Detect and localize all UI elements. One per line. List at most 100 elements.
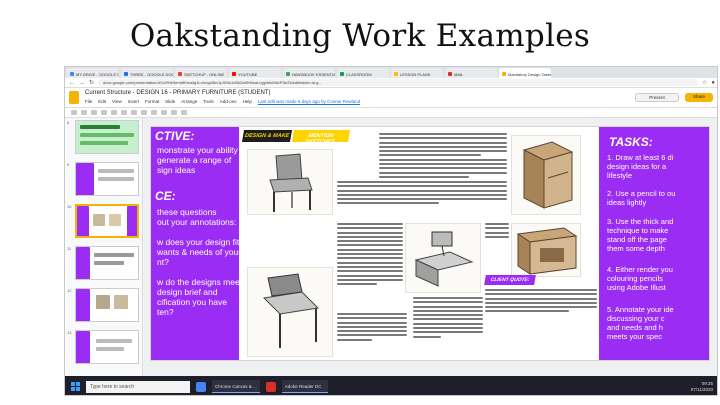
tab-label: LESSON PLANS (400, 71, 431, 77)
tab-label: Mandatory Design Tasks (508, 71, 551, 77)
browser-tab[interactable]: CLASSROOM (337, 68, 389, 78)
zoom-icon[interactable] (121, 110, 127, 115)
clock-date: 07/11/2020 (690, 386, 713, 392)
line-icon[interactable] (171, 110, 177, 115)
filmstrip-item[interactable]: 9 (65, 160, 142, 200)
objective-line: sign ideas (157, 165, 196, 175)
tab-favicon-icon (178, 72, 182, 76)
slide-number: 10 (67, 204, 72, 209)
url-field[interactable]: docs.google.com/presentation/d/1vRHe5emM… (98, 79, 698, 86)
slide-canvas-area: CTIVE: monstrate your ability generate a… (144, 118, 717, 376)
menu-item[interactable]: Insert (128, 99, 139, 104)
browser-tab[interactable]: Mandatory Design Tasks (499, 68, 551, 78)
image-icon[interactable] (151, 110, 157, 115)
browser-tab[interactable]: YOUTUBE (229, 68, 281, 78)
slide-number: 8 (67, 120, 70, 125)
star-icon[interactable]: ☆ (702, 79, 707, 86)
browser-tab[interactable]: HANDBOOK ESSENTIALS (283, 68, 335, 78)
screenshot-frame: MY DRIVE - GOOGLE DRIVE THREE - GOOGLE DO… (64, 66, 718, 396)
windows-taskbar: Type here to search Chrome Canvas & ... … (65, 376, 717, 395)
adobe-reader-icon[interactable] (265, 381, 276, 392)
tasks-panel: TASKS: 1. Draw at least 6 di design idea… (599, 127, 709, 360)
paint-format-icon[interactable] (111, 110, 117, 115)
filmstrip-item[interactable]: 12 (65, 286, 142, 326)
client-quote-text (485, 289, 597, 329)
taskbar-item-chrome[interactable]: Chrome Canvas & ... (212, 380, 260, 393)
text-box-icon[interactable] (141, 110, 147, 115)
tab-label: CLASSROOM (346, 71, 372, 77)
slide-thumbnail[interactable] (75, 162, 139, 196)
annotation-text-block (413, 297, 483, 357)
forward-arrow-icon[interactable]: → (79, 80, 85, 86)
system-clock[interactable]: 09:25 07/11/2020 (691, 381, 713, 393)
last-edit-link[interactable]: Last edit was made 6 days ago by Connie … (258, 99, 360, 104)
redo-icon[interactable] (91, 110, 97, 115)
menu-item[interactable]: Tools (203, 99, 214, 104)
challenge-line: these questions (157, 207, 217, 217)
presentation-slide: Oakstanding Work Examples MY DRIVE - GOO… (0, 0, 720, 405)
task-item: 5. Annotate your ide (607, 305, 674, 314)
shelf-sketch-image[interactable] (511, 223, 581, 277)
browser-tab[interactable]: THREE - GOOGLE DOCS (121, 68, 173, 78)
back-arrow-icon[interactable]: ← (69, 80, 75, 86)
slide-thumbnail[interactable] (75, 288, 139, 322)
cabinet-sketch-image[interactable] (511, 135, 581, 215)
reload-icon[interactable]: ↻ (89, 79, 94, 86)
chair-sketch-image[interactable] (247, 149, 333, 215)
select-icon[interactable] (131, 110, 137, 115)
tab-label: THREE - GOOGLE DOCS (130, 71, 173, 77)
filmstrip-item[interactable]: 10 (65, 202, 142, 242)
challenge-line: w does your design fit (157, 237, 240, 247)
tab-favicon-icon (124, 72, 128, 76)
mention-sketches-badge: MENTION SKETCHES (291, 130, 351, 145)
present-button[interactable]: Present (635, 93, 679, 102)
filmstrip-item[interactable]: 8 (65, 118, 142, 158)
browser-tab[interactable]: MAIL (445, 68, 497, 78)
tab-label: HANDBOOK ESSENTIALS (292, 71, 335, 77)
browser-tab[interactable]: LESSON PLANS (391, 68, 443, 78)
task-item: meets your spec (607, 332, 663, 341)
undo-icon[interactable] (81, 110, 87, 115)
slides-logo-icon[interactable] (69, 91, 79, 104)
menu-bar: File Edit View Insert Format Slide Arrange Tool… (85, 99, 360, 104)
menu-item[interactable]: View (112, 99, 122, 104)
desk-sketch-image[interactable] (405, 223, 481, 293)
comment-icon[interactable] (181, 110, 187, 115)
browser-tab[interactable]: MY DRIVE - GOOGLE DRIVE (67, 68, 119, 78)
slide-thumbnail[interactable] (75, 246, 139, 280)
tab-favicon-icon (286, 72, 290, 76)
slide-thumbnail-selected[interactable] (75, 204, 139, 238)
annotation-text-block (485, 223, 509, 271)
slide-thumbnail[interactable] (75, 120, 139, 154)
taskbar-search-input[interactable]: Type here to search (86, 380, 190, 393)
document-title[interactable]: Current Structure - DESIGN 16 - PRIMARY … (85, 90, 270, 96)
windows-start-icon[interactable] (71, 382, 80, 391)
account-avatar-icon[interactable]: ● (711, 80, 715, 86)
menu-item[interactable]: Edit (98, 99, 106, 104)
taskbar-item-adobe[interactable]: Adobe Reader DC (281, 380, 328, 393)
browser-tab[interactable]: SKETCHUP - ONLINE (175, 68, 227, 78)
slide-thumbnail[interactable] (75, 330, 139, 364)
tab-favicon-icon (232, 72, 236, 76)
filmstrip-item[interactable]: 13 (65, 328, 142, 368)
task-item: lifestyle (607, 171, 633, 180)
share-button[interactable]: Share (685, 93, 713, 102)
filmstrip-item[interactable]: 11 (65, 244, 142, 284)
bench-sketch-image[interactable] (247, 267, 333, 357)
menu-item[interactable]: Help (243, 99, 252, 104)
shape-icon[interactable] (161, 110, 167, 115)
menu-item[interactable]: Add-ons (220, 99, 237, 104)
menu-item[interactable]: Slide (165, 99, 175, 104)
menu-item[interactable]: Arrange (181, 99, 197, 104)
add-slide-icon[interactable] (71, 110, 77, 115)
chrome-icon[interactable] (196, 381, 206, 392)
menu-item[interactable]: File (85, 99, 92, 104)
menu-item[interactable]: Format (145, 99, 159, 104)
print-icon[interactable] (101, 110, 107, 115)
slide-number: 13 (67, 330, 72, 335)
address-bar-row: ← → ↻ docs.google.com/presentation/d/1vR… (65, 78, 717, 88)
tasks-heading: TASKS: (609, 135, 653, 149)
task-item: stand off the page (607, 235, 667, 244)
challenge-line: w do the designs meet (157, 277, 243, 287)
current-slide[interactable]: CTIVE: monstrate your ability generate a… (150, 126, 710, 361)
